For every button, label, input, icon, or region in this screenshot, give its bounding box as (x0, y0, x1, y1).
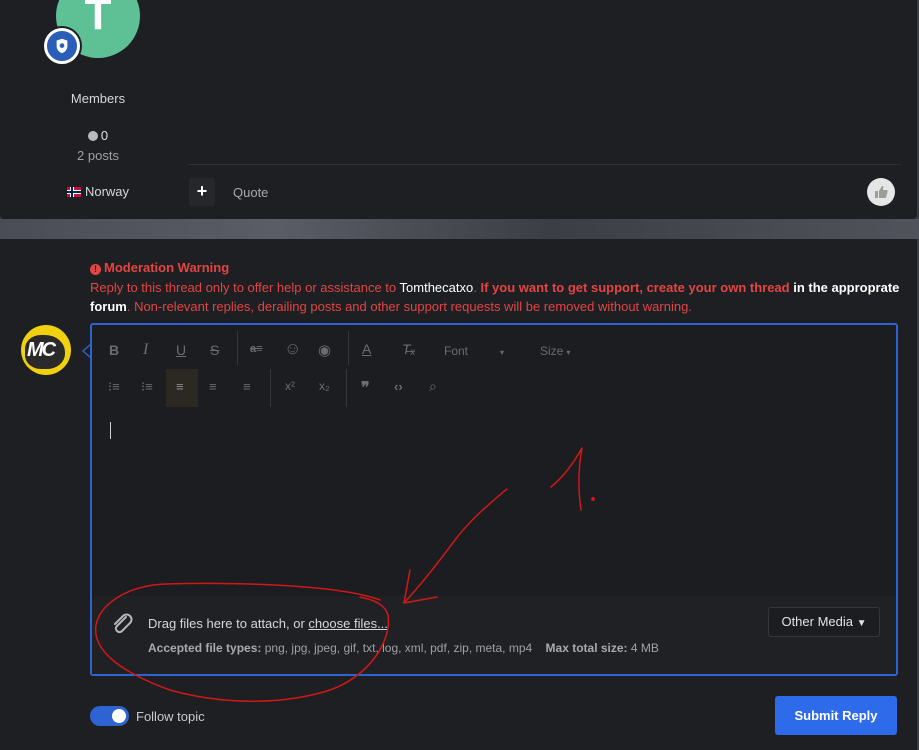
thumbs-up-icon (875, 186, 888, 198)
editor-pointer (82, 344, 91, 358)
quote-button[interactable]: Quote (233, 185, 268, 200)
accepted-types-label: Accepted file types: (148, 641, 262, 655)
police-badge-icon (44, 28, 80, 64)
like-button[interactable] (867, 178, 895, 206)
submit-reply-button[interactable]: Submit Reply (775, 696, 897, 735)
text-caret (110, 422, 111, 439)
code-icon[interactable]: ‹› (394, 379, 403, 394)
subscript-icon[interactable]: x₂ (319, 379, 330, 393)
country-label: Norway (84, 184, 130, 199)
chevron-down-icon: ▾ (566, 348, 571, 357)
italic-button[interactable]: I (143, 341, 148, 359)
size-select[interactable]: Size ▾ (540, 344, 570, 358)
author-country: Norway (0, 184, 196, 199)
follow-topic-toggle[interactable] (90, 706, 129, 726)
drag-files-text: Drag files here to attach, or choose fil… (148, 616, 388, 631)
warning-bold-text: If you want to get support, create your … (480, 280, 790, 295)
strikethrough-button[interactable]: S (210, 342, 219, 358)
align-right-icon[interactable]: ≡ (243, 379, 251, 394)
align-left-icon[interactable]: ≡ (176, 379, 184, 394)
superscript-icon[interactable]: x² (285, 379, 295, 393)
post-divider (188, 164, 901, 165)
text-color-icon[interactable]: A (362, 341, 371, 357)
spoiler-icon[interactable]: a≡ (250, 343, 263, 355)
font-select-label: Font (444, 344, 469, 358)
reply-editor[interactable]: B I U S a≡ ☺ ◉ A T̶ₓ Font ▾ Size ▾ ⁝≡ ⁝≡ ≡… (90, 323, 898, 676)
paperclip-icon (114, 613, 133, 634)
search-icon[interactable]: ⌕ (429, 378, 437, 395)
current-user-avatar[interactable]: MC (21, 325, 71, 375)
post-count: 2 posts (77, 148, 119, 163)
member-group: Members (70, 91, 126, 106)
max-size-label: Max total size: (545, 641, 628, 655)
quote-icon[interactable]: ❞ (361, 378, 370, 398)
bold-button[interactable]: B (109, 342, 119, 358)
post-card: T Members 0 2 posts Norway + Quote (0, 0, 917, 219)
choose-files-link[interactable]: choose files... (308, 616, 388, 631)
attachment-area[interactable]: Drag files here to attach, or choose fil… (92, 596, 896, 674)
numbered-list-icon[interactable]: ⁝≡ (141, 379, 153, 395)
other-media-label: Other Media (781, 614, 853, 629)
max-size-value: 4 MB (630, 641, 659, 655)
background-strip (0, 219, 919, 239)
warning-text-part: . Non-relevant replies, derailing posts … (126, 299, 692, 314)
multiquote-add-button[interactable]: + (189, 178, 215, 206)
remove-format-icon[interactable]: T̶ₓ (402, 341, 416, 357)
drag-text-label: Drag files here to attach, or (148, 616, 309, 631)
size-select-label: Size (540, 344, 564, 358)
other-media-button[interactable]: Other Media ▼ (768, 607, 880, 637)
warning-username: Tomthecatxo (399, 280, 474, 295)
reputation-dot-icon (87, 131, 98, 141)
moderation-warning-title: ! Moderation Warning (90, 260, 229, 275)
avatar-initials: MC (27, 339, 56, 361)
underline-button[interactable]: U (176, 342, 186, 358)
moderation-warning-text: Reply to this thread only to offer help … (90, 278, 900, 316)
chevron-down-icon: ▾ (500, 348, 505, 357)
warning-icon: ! (90, 264, 101, 275)
font-select[interactable]: Font ▾ (444, 344, 504, 358)
warning-text-part: Reply to this thread only to offer help … (90, 280, 400, 295)
moderation-title-text: Moderation Warning (104, 260, 230, 275)
accepted-types-info: Accepted file types: png, jpg, jpeg, gif… (148, 641, 659, 655)
reputation-value: 0 (100, 128, 109, 143)
accepted-types-value: png, jpg, jpeg, gif, txt, log, xml, pdf,… (264, 641, 533, 655)
align-center-icon[interactable]: ≡ (209, 379, 217, 394)
bullet-list-icon[interactable]: ⁝≡ (108, 379, 120, 395)
preview-eye-icon[interactable]: ◉ (318, 341, 331, 359)
reputation: 0 (0, 128, 196, 143)
emoji-icon[interactable]: ☺ (284, 339, 301, 359)
norway-flag-icon (66, 187, 81, 197)
follow-topic-label: Follow topic (136, 709, 205, 724)
caret-down-icon: ▼ (856, 618, 867, 629)
